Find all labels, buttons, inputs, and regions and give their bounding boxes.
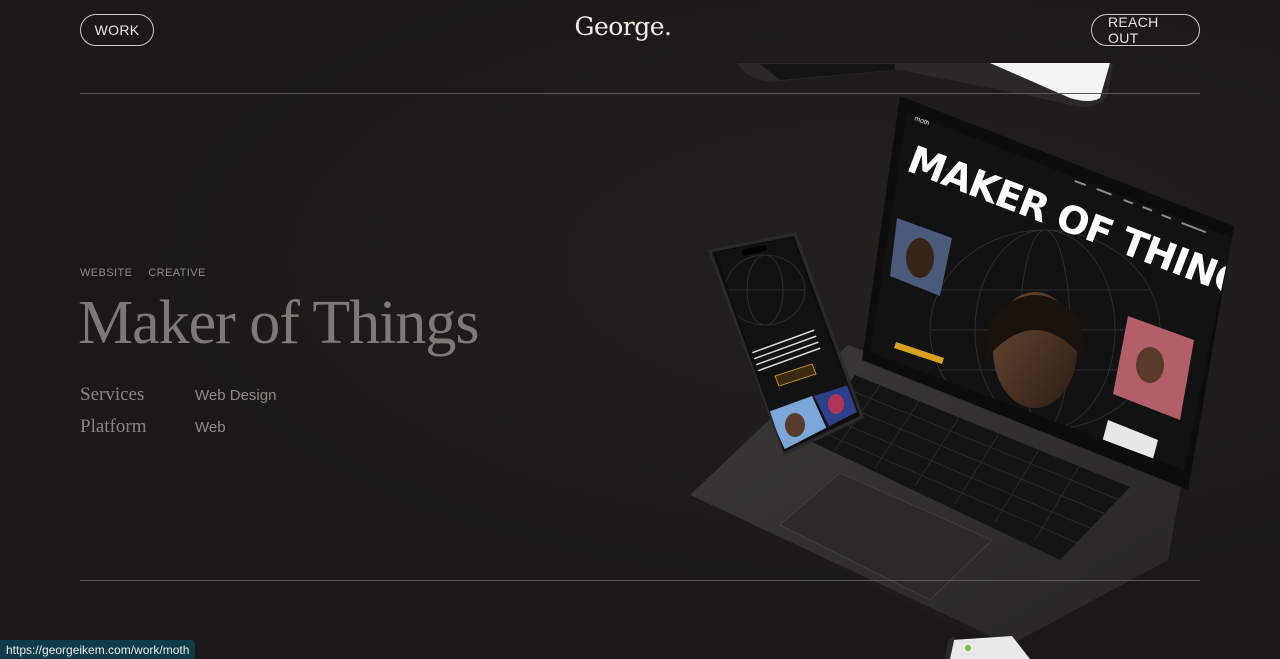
bottom-device-fragment xyxy=(945,636,1030,659)
link-status-bar: https://georgeikem.com/work/moth xyxy=(0,640,196,659)
platform-row: Platform Web xyxy=(80,416,226,438)
page: moth MAKER OF THINGS. WORK George. REACH… xyxy=(0,0,1280,659)
services-value: Web Design xyxy=(195,387,277,404)
platform-label: Platform xyxy=(80,416,147,437)
laptop-headline-text: MAKER OF THINGS. xyxy=(902,137,1280,320)
tag-website: WEBSITE xyxy=(80,267,133,279)
tag-creative: CREATIVE xyxy=(148,267,206,279)
reach-out-button[interactable]: REACH OUT xyxy=(1091,14,1200,46)
services-row: Services Web Design xyxy=(80,384,276,406)
phone-mockup xyxy=(708,232,864,456)
top-device-fragment xyxy=(737,63,1113,107)
project-title-link[interactable]: Maker of Things xyxy=(78,288,480,359)
site-logo[interactable]: George. xyxy=(0,12,1246,41)
laptop-mockup: moth MAKER OF THINGS. xyxy=(688,96,1280,652)
project-tags: WEBSITE CREATIVE xyxy=(80,267,206,279)
divider-bottom xyxy=(80,580,1200,581)
services-label: Services xyxy=(80,384,145,405)
laptop-brand-text: moth xyxy=(913,115,930,127)
platform-value: Web xyxy=(195,419,226,436)
divider-top xyxy=(80,93,1200,94)
